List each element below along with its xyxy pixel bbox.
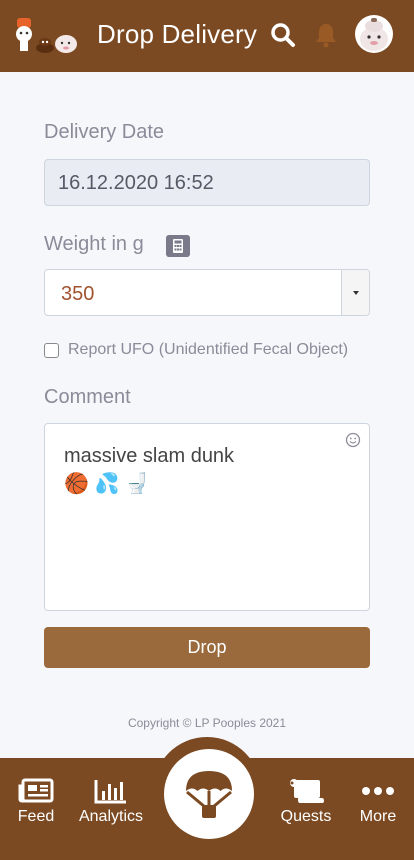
scroll-icon <box>290 779 324 803</box>
comment-text: massive slam dunk 🏀 💦 🚽 <box>64 445 235 495</box>
nav-feed[interactable]: Feed <box>16 778 56 826</box>
drop-button[interactable]: Drop <box>44 627 370 668</box>
logo-poop-characters-icon <box>16 18 77 53</box>
delivery-date-label: Delivery Date <box>44 121 165 143</box>
parachute-icon <box>186 771 232 818</box>
nav-more-label: More <box>359 808 397 825</box>
report-ufo-checkbox[interactable] <box>44 343 59 358</box>
page-title: Drop Delivery <box>97 19 258 49</box>
emoji-picker-icon[interactable] <box>345 432 361 448</box>
copyright-text: Copyright © LP Pooples 2021 <box>127 716 287 730</box>
comment-textarea[interactable]: massive slam dunk 🏀 💦 🚽 <box>44 423 370 611</box>
nav-more[interactable]: More <box>358 778 398 826</box>
drop-center-button[interactable] <box>164 749 254 839</box>
delivery-date-field[interactable]: 16.12.2020 16:52 <box>44 159 370 206</box>
search-icon[interactable] <box>270 22 296 48</box>
avatar-character-icon <box>360 18 388 51</box>
weight-label: Weight in g <box>44 233 144 255</box>
weight-input[interactable]: 350 <box>44 269 370 316</box>
comment-label: Comment <box>44 386 131 408</box>
report-ufo-label[interactable]: Report UFO (Unidentified Fecal Object) <box>68 341 348 359</box>
nav-feed-label: Feed <box>17 808 55 825</box>
nav-quests[interactable]: Quests <box>280 778 332 826</box>
newspaper-icon <box>18 778 54 803</box>
avatar[interactable] <box>355 15 393 53</box>
weight-value: 350 <box>61 283 95 305</box>
bar-chart-icon <box>94 780 126 804</box>
calculator-icon[interactable] <box>166 235 190 257</box>
nav-quests-label: Quests <box>280 808 332 825</box>
more-dots-icon <box>362 787 394 795</box>
nav-analytics-label: Analytics <box>78 808 144 825</box>
bell-icon[interactable] <box>314 22 338 48</box>
weight-dropdown-toggle[interactable] <box>341 270 369 315</box>
top-bar: Drop Delivery <box>0 0 414 72</box>
nav-analytics[interactable]: Analytics <box>78 778 144 826</box>
